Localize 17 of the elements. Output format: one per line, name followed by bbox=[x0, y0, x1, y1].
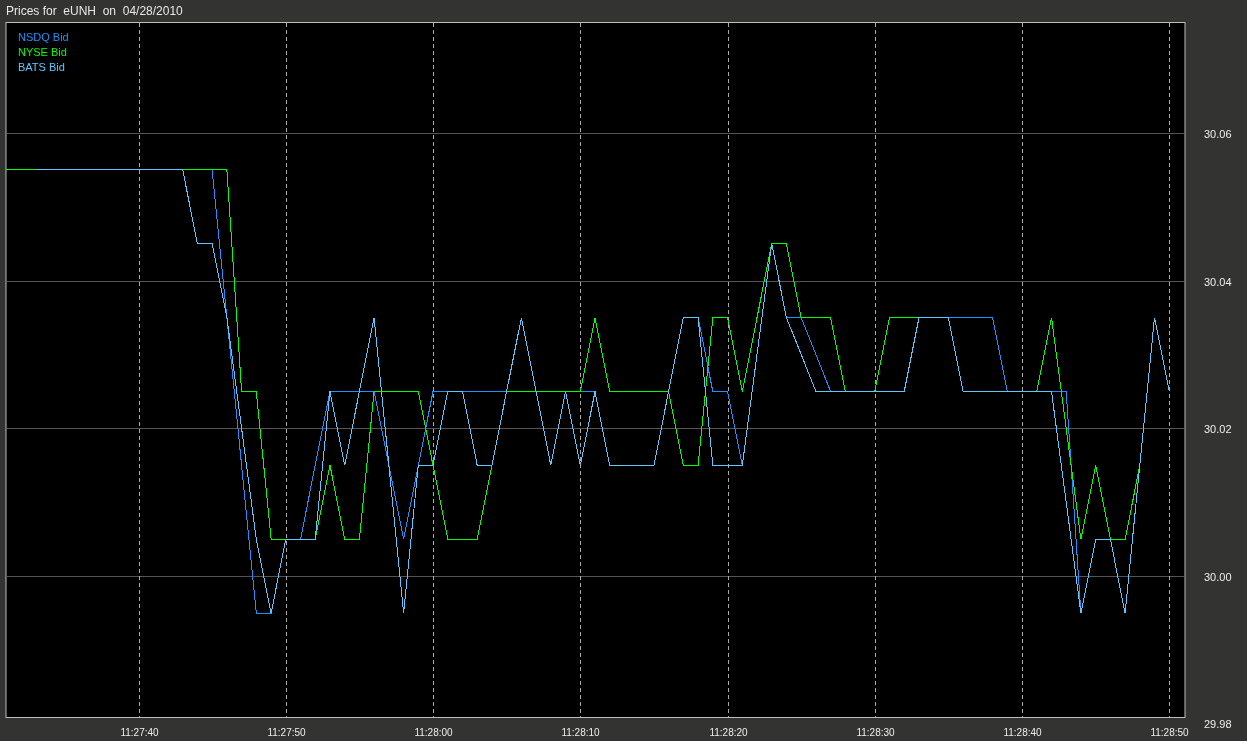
legend-label: BATS Bid bbox=[18, 61, 65, 73]
legend-label: NSDQ Bid bbox=[18, 31, 69, 43]
x-tick-label: 11:27:50 bbox=[267, 727, 306, 738]
y-tick-label: 29.98 bbox=[1204, 718, 1232, 730]
x-tick-label: 11:28:10 bbox=[561, 727, 600, 738]
x-tick-label: 11:28:40 bbox=[1003, 727, 1042, 738]
x-tick-label: 11:28:50 bbox=[1150, 727, 1189, 738]
y-tick-label: 30.00 bbox=[1204, 570, 1232, 583]
x-tick-label: 11:28:00 bbox=[414, 727, 453, 738]
y-tick-label: 30.04 bbox=[1204, 275, 1232, 288]
y-tick-label: 30.02 bbox=[1204, 422, 1232, 435]
window-title: Prices for eUNH on 04/28/2010 bbox=[5, 3, 184, 20]
x-tick-label: 11:28:30 bbox=[856, 727, 895, 738]
x-tick-label: 11:28:20 bbox=[709, 727, 748, 738]
y-tick-label: 30.06 bbox=[1204, 127, 1232, 140]
legend-label: NYSE Bid bbox=[18, 46, 67, 58]
x-tick-label: 11:27:40 bbox=[120, 727, 159, 738]
